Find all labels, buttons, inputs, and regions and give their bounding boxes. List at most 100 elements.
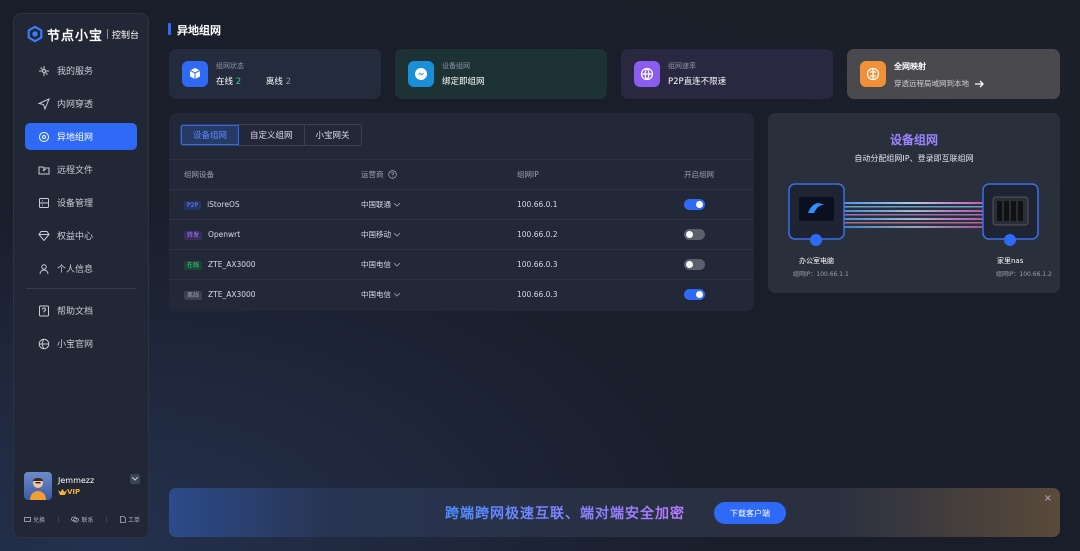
network-table-panel: 设备组网 自定义组网 小宝网关 组网设备 运营商 组网IP 开启组网 P2P iS… [169, 113, 754, 311]
offline-count: 2 [285, 77, 291, 87]
sidebar-item-website[interactable]: 小宝官网 [25, 330, 137, 357]
chevron-down-icon[interactable] [130, 474, 140, 484]
tab-gateway[interactable]: 小宝网关 [305, 125, 361, 145]
globe-icon [38, 338, 50, 350]
toggle-knob [686, 231, 693, 238]
card-value: P2P直连不限速 [668, 77, 727, 87]
page-title: 异地组网 [168, 22, 221, 38]
cube-icon [182, 61, 208, 87]
ip-cell: 100.66.0.2 [517, 230, 558, 239]
arrow-right-icon[interactable] [975, 80, 985, 88]
chevron-down-icon [394, 262, 400, 267]
sidebar-item-devices[interactable]: 设备管理 [25, 189, 137, 216]
tab-device-network[interactable]: 设备组网 [181, 125, 240, 145]
contact-button[interactable]: 联系 [71, 515, 94, 524]
speed-card[interactable]: 组网速率 P2P直连不限速 [621, 49, 833, 99]
status-badge: 在线 [184, 261, 203, 270]
left-device-name: 办公室电脑 [799, 257, 834, 265]
chat-icon [71, 516, 80, 523]
toggle-knob [696, 291, 703, 298]
sidebar-item-label: 我的服务 [57, 67, 94, 77]
online-label: 在线 [216, 77, 234, 87]
user-name: Jemmezz [58, 476, 95, 485]
sidebar: 节点小宝 控制台 我的服务 内网穿透 异地组网 远程文件 设备管理 权益中心 个… [13, 13, 149, 538]
brand[interactable]: 节点小宝 控制台 [14, 14, 148, 54]
header-ip: 组网IP [517, 169, 539, 179]
sidebar-item-label: 帮助文档 [57, 307, 94, 317]
sidebar-item-label: 个人信息 [57, 265, 94, 275]
nav-divider [26, 288, 136, 289]
sidebar-item-files[interactable]: 远程文件 [25, 156, 137, 183]
enable-toggle[interactable] [684, 199, 705, 210]
globe-icon [634, 61, 660, 87]
computer-icon [788, 183, 845, 246]
sidebar-item-label: 内网穿透 [57, 100, 94, 110]
enable-toggle[interactable] [684, 259, 705, 270]
card-value: 穿透远程局域网到本地 [894, 78, 985, 89]
table-header: 组网设备 运营商 组网IP 开启组网 [169, 159, 754, 188]
logo-icon [27, 25, 43, 43]
brand-console: 控制台 [112, 30, 140, 41]
sidebar-item-help[interactable]: 帮助文档 [25, 297, 137, 324]
toggle-knob [696, 201, 703, 208]
status-badge: 离线 [184, 291, 203, 300]
chevron-down-icon [394, 232, 400, 237]
device-network-card[interactable]: 设备组网 绑定即组网 [395, 49, 607, 99]
nas-icon [982, 183, 1039, 246]
network-status-card: 组网状态 在线 2 离线 2 [169, 49, 381, 99]
user-panel[interactable]: Jemmezz VIP [24, 472, 140, 504]
mapping-card[interactable]: 全网映射 穿透远程局域网到本地 [847, 49, 1060, 99]
network-icon [38, 131, 50, 143]
isp-select[interactable]: 中国移动 [361, 229, 400, 240]
isp-value: 中国电信 [361, 260, 391, 269]
sidebar-item-label: 权益中心 [57, 232, 94, 242]
device-name: ZTE_AX3000 [208, 260, 256, 269]
status-badge: 转发 [184, 231, 203, 240]
diagram-panel: 设备组网 自动分配组网IP、登录即互联组网 办公室电脑 组网IP：100.66.… [768, 113, 1060, 293]
sidebar-item-label: 设备管理 [57, 199, 94, 209]
tab-custom-network[interactable]: 自定义组网 [239, 125, 305, 145]
toggle-knob [686, 261, 693, 268]
divider: | [105, 516, 108, 523]
download-client-button[interactable]: 下载客户端 [714, 502, 786, 524]
device-cell: 在线 ZTE_AX3000 [184, 260, 256, 270]
avatar[interactable] [24, 472, 52, 500]
isp-select[interactable]: 中国联通 [361, 199, 400, 210]
device-cell: 转发 Openwrt [184, 230, 240, 240]
ticket-button[interactable]: 工单 [120, 515, 140, 524]
sidebar-item-network[interactable]: 异地组网 [25, 123, 137, 150]
device-name: ZTE_AX3000 [208, 290, 256, 299]
card-label: 全网映射 [894, 62, 926, 71]
close-icon[interactable]: × [1044, 493, 1052, 504]
device-icon [38, 197, 50, 209]
isp-value: 中国电信 [361, 290, 391, 299]
isp-select[interactable]: 中国电信 [361, 259, 400, 270]
redeem-button[interactable]: 兑换 [24, 515, 45, 524]
sidebar-item-benefits[interactable]: 权益中心 [25, 222, 137, 249]
right-device-ip: 组网IP：100.66.1.2 [996, 271, 1052, 278]
services-icon [38, 65, 50, 77]
user-icon [38, 263, 50, 275]
help-circle-icon[interactable] [387, 169, 397, 179]
card-label: 组网速率 [668, 62, 696, 70]
isp-select[interactable]: 中国电信 [361, 289, 400, 300]
right-device-name: 家里nas [997, 257, 1024, 265]
sidebar-item-label: 异地组网 [57, 133, 94, 143]
offline-label: 离线 [265, 77, 283, 87]
table-row: 离线 ZTE_AX3000 中国电信 100.66.0.3 [169, 279, 754, 309]
enable-toggle[interactable] [684, 229, 705, 240]
sidebar-item-profile[interactable]: 个人信息 [25, 255, 137, 282]
sidebar-item-services[interactable]: 我的服务 [25, 57, 137, 84]
redeem-icon [24, 517, 31, 522]
header-isp-label: 运营商 [361, 169, 384, 179]
sidebar-item-tunnel[interactable]: 内网穿透 [25, 90, 137, 117]
device-cell: P2P iStoreOS [184, 200, 240, 210]
online-count: 2 [235, 77, 242, 87]
connection-beam [844, 202, 984, 228]
user-actions: 兑换 | 联系 | 工单 [24, 515, 140, 524]
enable-toggle[interactable] [684, 289, 705, 300]
messenger-icon [408, 61, 434, 87]
card-value: 绑定即组网 [442, 77, 485, 87]
promo-banner: 跨端跨网极速互联、端对端安全加密 下载客户端 × [169, 488, 1060, 537]
ip-cell: 100.66.0.3 [517, 260, 558, 269]
